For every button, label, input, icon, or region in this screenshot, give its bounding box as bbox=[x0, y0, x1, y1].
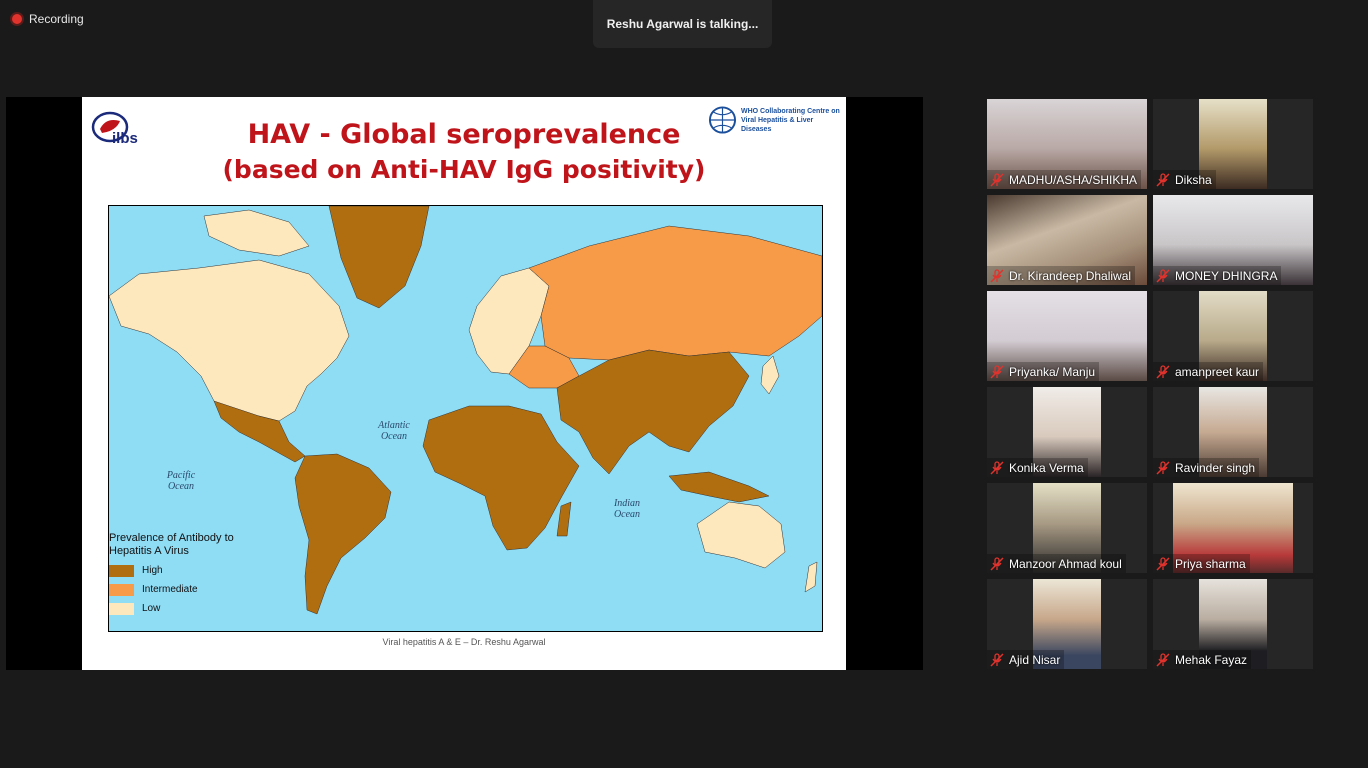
mic-muted-icon bbox=[1156, 268, 1170, 283]
participant-name: MADHU/ASHA/SHIKHA bbox=[1009, 172, 1138, 187]
participant-tile[interactable]: Dr. Kirandeep Dhaliwal bbox=[987, 195, 1147, 285]
mic-muted-icon bbox=[990, 652, 1004, 667]
participant-name: Ajid Nisar bbox=[1009, 652, 1061, 667]
presentation-slide: ilbs WHO Collaborating Centre on Viral H… bbox=[82, 97, 846, 670]
legend-item-intermediate: Intermediate bbox=[109, 583, 249, 596]
participant-label: Ajid Nisar bbox=[987, 650, 1065, 669]
participant-name: amanpreet kaur bbox=[1175, 364, 1260, 379]
mic-muted-icon bbox=[990, 556, 1004, 571]
participant-label: Priyanka/ Manju bbox=[987, 362, 1100, 381]
record-icon bbox=[12, 14, 22, 24]
screen-share-area[interactable]: ilbs WHO Collaborating Centre on Viral H… bbox=[6, 97, 923, 670]
participant-label: Dr. Kirandeep Dhaliwal bbox=[987, 266, 1136, 285]
legend-item-low: Low bbox=[109, 602, 249, 615]
participant-label: Priya sharma bbox=[1153, 554, 1250, 573]
participant-tile[interactable]: amanpreet kaur bbox=[1153, 291, 1313, 381]
mic-muted-icon bbox=[1156, 556, 1170, 571]
legend-label-low: Low bbox=[142, 603, 161, 614]
legend-label-intermediate: Intermediate bbox=[142, 584, 198, 595]
legend-item-high: High bbox=[109, 564, 249, 577]
slide-title-line2: (based on Anti-HAV IgG positivity) bbox=[222, 155, 706, 184]
indian-ocean-label: Indian Ocean bbox=[613, 498, 641, 520]
slide-title-line1: HAV - Global seroprevalence bbox=[247, 119, 681, 150]
participant-name: Mehak Fayaz bbox=[1175, 652, 1248, 667]
mic-muted-icon bbox=[990, 268, 1004, 283]
participant-name: Ravinder singh bbox=[1175, 460, 1256, 475]
participant-tile[interactable]: Manzoor Ahmad koul bbox=[987, 483, 1147, 573]
participant-tile[interactable]: Ravinder singh bbox=[1153, 387, 1313, 477]
participant-tile[interactable]: Priya sharma bbox=[1153, 483, 1313, 573]
participant-label: Diksha bbox=[1153, 170, 1216, 189]
legend-swatch-intermediate bbox=[109, 583, 134, 596]
active-speaker-banner: Reshu Agarwal is talking... bbox=[593, 0, 772, 48]
who-line-1: WHO Collaborating Centre on bbox=[740, 107, 840, 115]
world-prevalence-map: Atlantic Ocean Pacific Ocean Indian Ocea… bbox=[108, 205, 823, 632]
legend-swatch-high bbox=[109, 564, 134, 577]
pacific-ocean-label: Pacific Ocean bbox=[166, 470, 196, 492]
active-speaker-text: Reshu Agarwal is talking... bbox=[606, 17, 759, 31]
participant-label: amanpreet kaur bbox=[1153, 362, 1264, 381]
participant-tile[interactable]: Ajid Nisar bbox=[987, 579, 1147, 669]
recording-label: Recording bbox=[29, 12, 84, 26]
mic-muted-icon bbox=[1156, 460, 1170, 475]
participant-label: Mehak Fayaz bbox=[1153, 650, 1252, 669]
participant-tile[interactable]: MADHU/ASHA/SHIKHA bbox=[987, 99, 1147, 189]
map-legend: Prevalence of Antibody to Hepatitis A Vi… bbox=[109, 532, 249, 615]
recording-indicator[interactable]: Recording bbox=[12, 12, 84, 26]
participant-label: MADHU/ASHA/SHIKHA bbox=[987, 170, 1142, 189]
mic-muted-icon bbox=[990, 172, 1004, 187]
mic-muted-icon bbox=[1156, 172, 1170, 187]
slide-footer: Viral hepatitis A & E – Dr. Reshu Agarwa… bbox=[382, 637, 546, 647]
participant-tile[interactable]: Mehak Fayaz bbox=[1153, 579, 1313, 669]
atlantic-ocean-label: Atlantic Ocean bbox=[378, 420, 410, 442]
participant-name: Manzoor Ahmad koul bbox=[1009, 556, 1122, 571]
participant-tile[interactable]: Konika Verma bbox=[987, 387, 1147, 477]
participant-label: Manzoor Ahmad koul bbox=[987, 554, 1126, 573]
legend-swatch-low bbox=[109, 602, 134, 615]
legend-title: Prevalence of Antibody to Hepatitis A Vi… bbox=[109, 532, 234, 557]
mic-muted-icon bbox=[1156, 364, 1170, 379]
participant-tile[interactable]: Priyanka/ Manju bbox=[987, 291, 1147, 381]
participant-label: Ravinder singh bbox=[1153, 458, 1260, 477]
participant-label: MONEY DHINGRA bbox=[1153, 266, 1282, 285]
participant-name: Priyanka/ Manju bbox=[1009, 364, 1096, 379]
mic-muted-icon bbox=[990, 460, 1004, 475]
participant-name: Priya sharma bbox=[1175, 556, 1246, 571]
participant-name: MONEY DHINGRA bbox=[1175, 268, 1278, 283]
mic-muted-icon bbox=[1156, 652, 1170, 667]
legend-label-high: High bbox=[142, 565, 163, 576]
mic-muted-icon bbox=[990, 364, 1004, 379]
participant-name: Dr. Kirandeep Dhaliwal bbox=[1009, 268, 1132, 283]
participant-tile[interactable]: Diksha bbox=[1153, 99, 1313, 189]
participant-tile[interactable]: MONEY DHINGRA bbox=[1153, 195, 1313, 285]
participant-name: Konika Verma bbox=[1009, 460, 1084, 475]
participant-label: Konika Verma bbox=[987, 458, 1088, 477]
participant-name: Diksha bbox=[1175, 172, 1212, 187]
